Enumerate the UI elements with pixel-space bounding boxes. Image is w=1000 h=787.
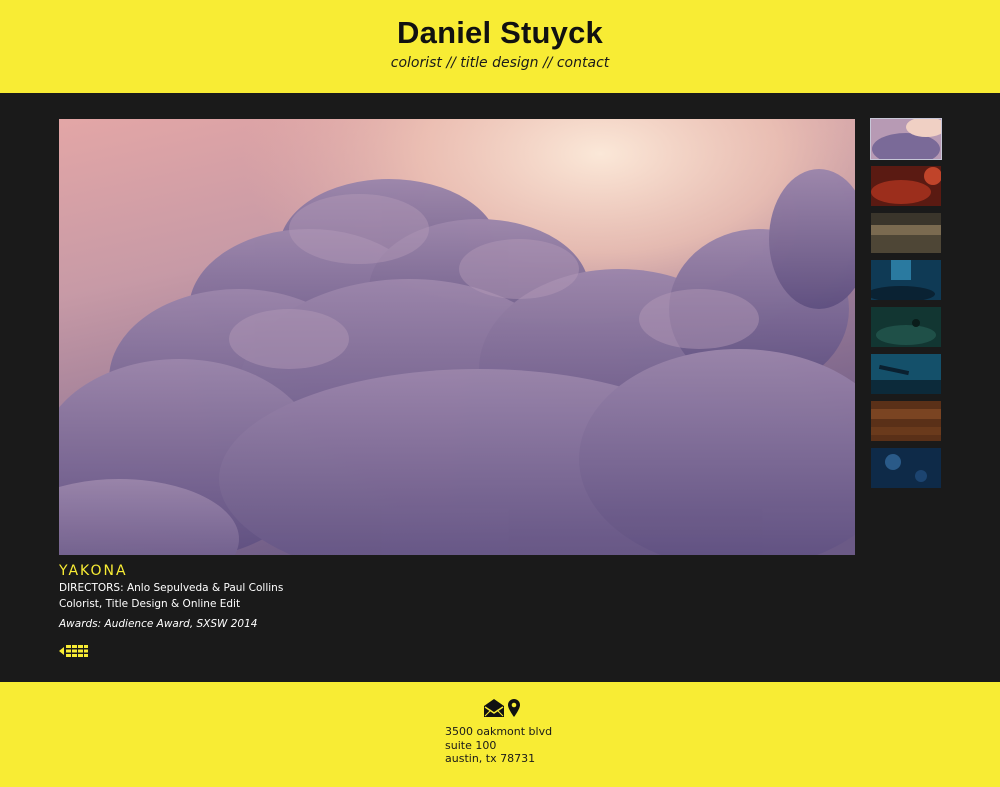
project-directors: DIRECTORS: Anlo Sepulveda & Paul Collins [59, 582, 284, 594]
main-content: YAKONA DIRECTORS: Anlo Sepulveda & Paul … [0, 93, 1000, 682]
thumbnail-blue-water[interactable] [871, 448, 941, 488]
main-nav: colorist // title design // contact [0, 55, 1000, 71]
hero-image [59, 119, 855, 555]
site-header: Daniel Stuyck colorist // title design /… [0, 0, 1000, 93]
thumbnail-strip [870, 118, 942, 495]
project-title: YAKONA [59, 563, 128, 579]
nav-contact[interactable]: contact [557, 55, 609, 71]
clouds-image [59, 119, 855, 555]
address-block: 3500 oakmont blvd suite 100 austin, tx 7… [445, 725, 552, 766]
nav-separator: // [538, 55, 557, 71]
thumbnail-underwater-diver[interactable] [871, 260, 941, 300]
thumbnail-red-texture[interactable] [871, 166, 941, 206]
address-line: 3500 oakmont blvd [445, 725, 553, 738]
project-awards: Awards: Audience Award, SXSW 2014 [59, 618, 258, 630]
map-pin-icon[interactable] [508, 699, 521, 722]
project-caption: YAKONA DIRECTORS: Anlo Sepulveda & Paul … [59, 562, 659, 657]
grid-view-icon[interactable] [59, 644, 89, 658]
nav-colorist[interactable]: colorist [391, 55, 442, 71]
address-line: suite 100 [445, 738, 497, 752]
nav-title-design[interactable]: title design [460, 55, 538, 71]
footer-icons [484, 699, 521, 722]
thumbnail-clouds[interactable] [870, 118, 942, 160]
envelope-icon[interactable] [484, 699, 504, 722]
project-roles: Colorist, Title Design & Online Edit [59, 598, 241, 610]
nav-separator: // [441, 55, 461, 71]
site-footer: 3500 oakmont blvd suite 100 austin, tx 7… [0, 682, 1000, 787]
address-line: austin, tx 78731 [445, 752, 536, 765]
thumbnail-underwater-divers[interactable] [871, 307, 941, 347]
thumbnail-sepia-landscape[interactable] [871, 213, 941, 253]
site-title[interactable]: Daniel Stuyck [0, 15, 1000, 51]
thumbnail-grass-close-up[interactable] [871, 401, 941, 441]
thumbnail-underwater-wreck[interactable] [871, 354, 941, 394]
